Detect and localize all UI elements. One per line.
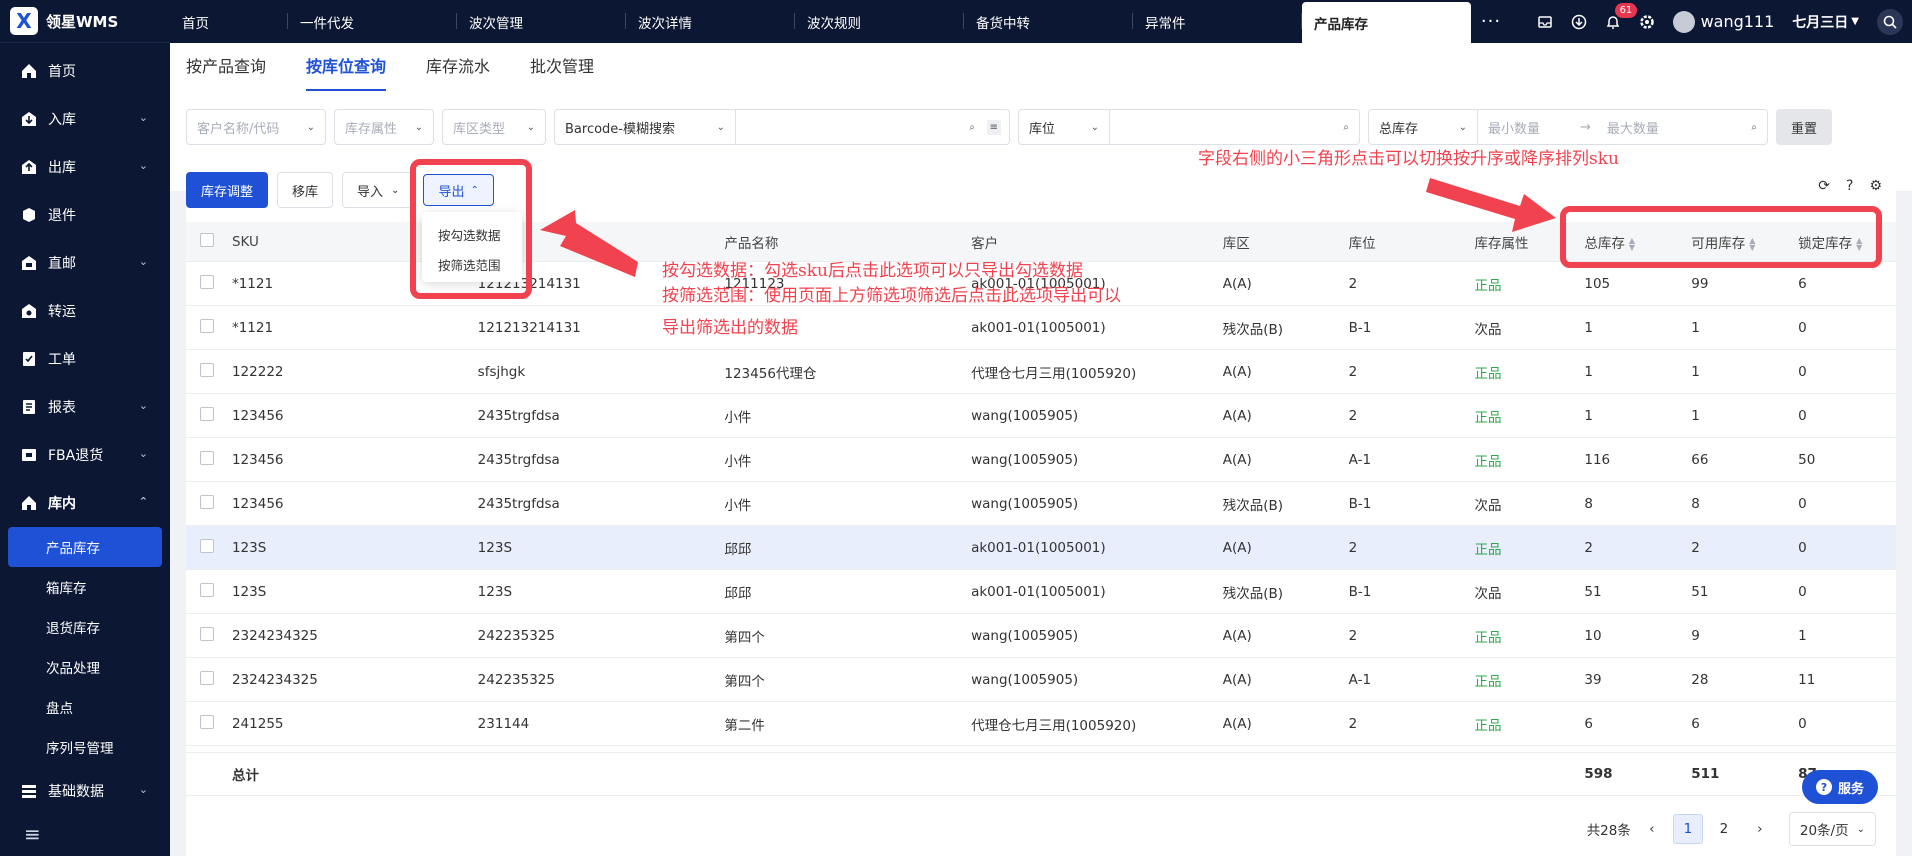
annotation-sort: 字段右侧的小三角形点击可以切换按升序或降序排列sku [1198,149,1619,169]
annotation-export-2: 按筛选范围：使用页面上方筛选项筛选后点击此选项导出可以 [662,286,1121,306]
annotation-export-3: 导出筛选出的数据 [662,318,798,338]
annotation-export-1: 按勾选数据：勾选sku后点击此选项可以只导出勾选数据 [662,261,1083,281]
annotation-arrows [540,178,1556,277]
